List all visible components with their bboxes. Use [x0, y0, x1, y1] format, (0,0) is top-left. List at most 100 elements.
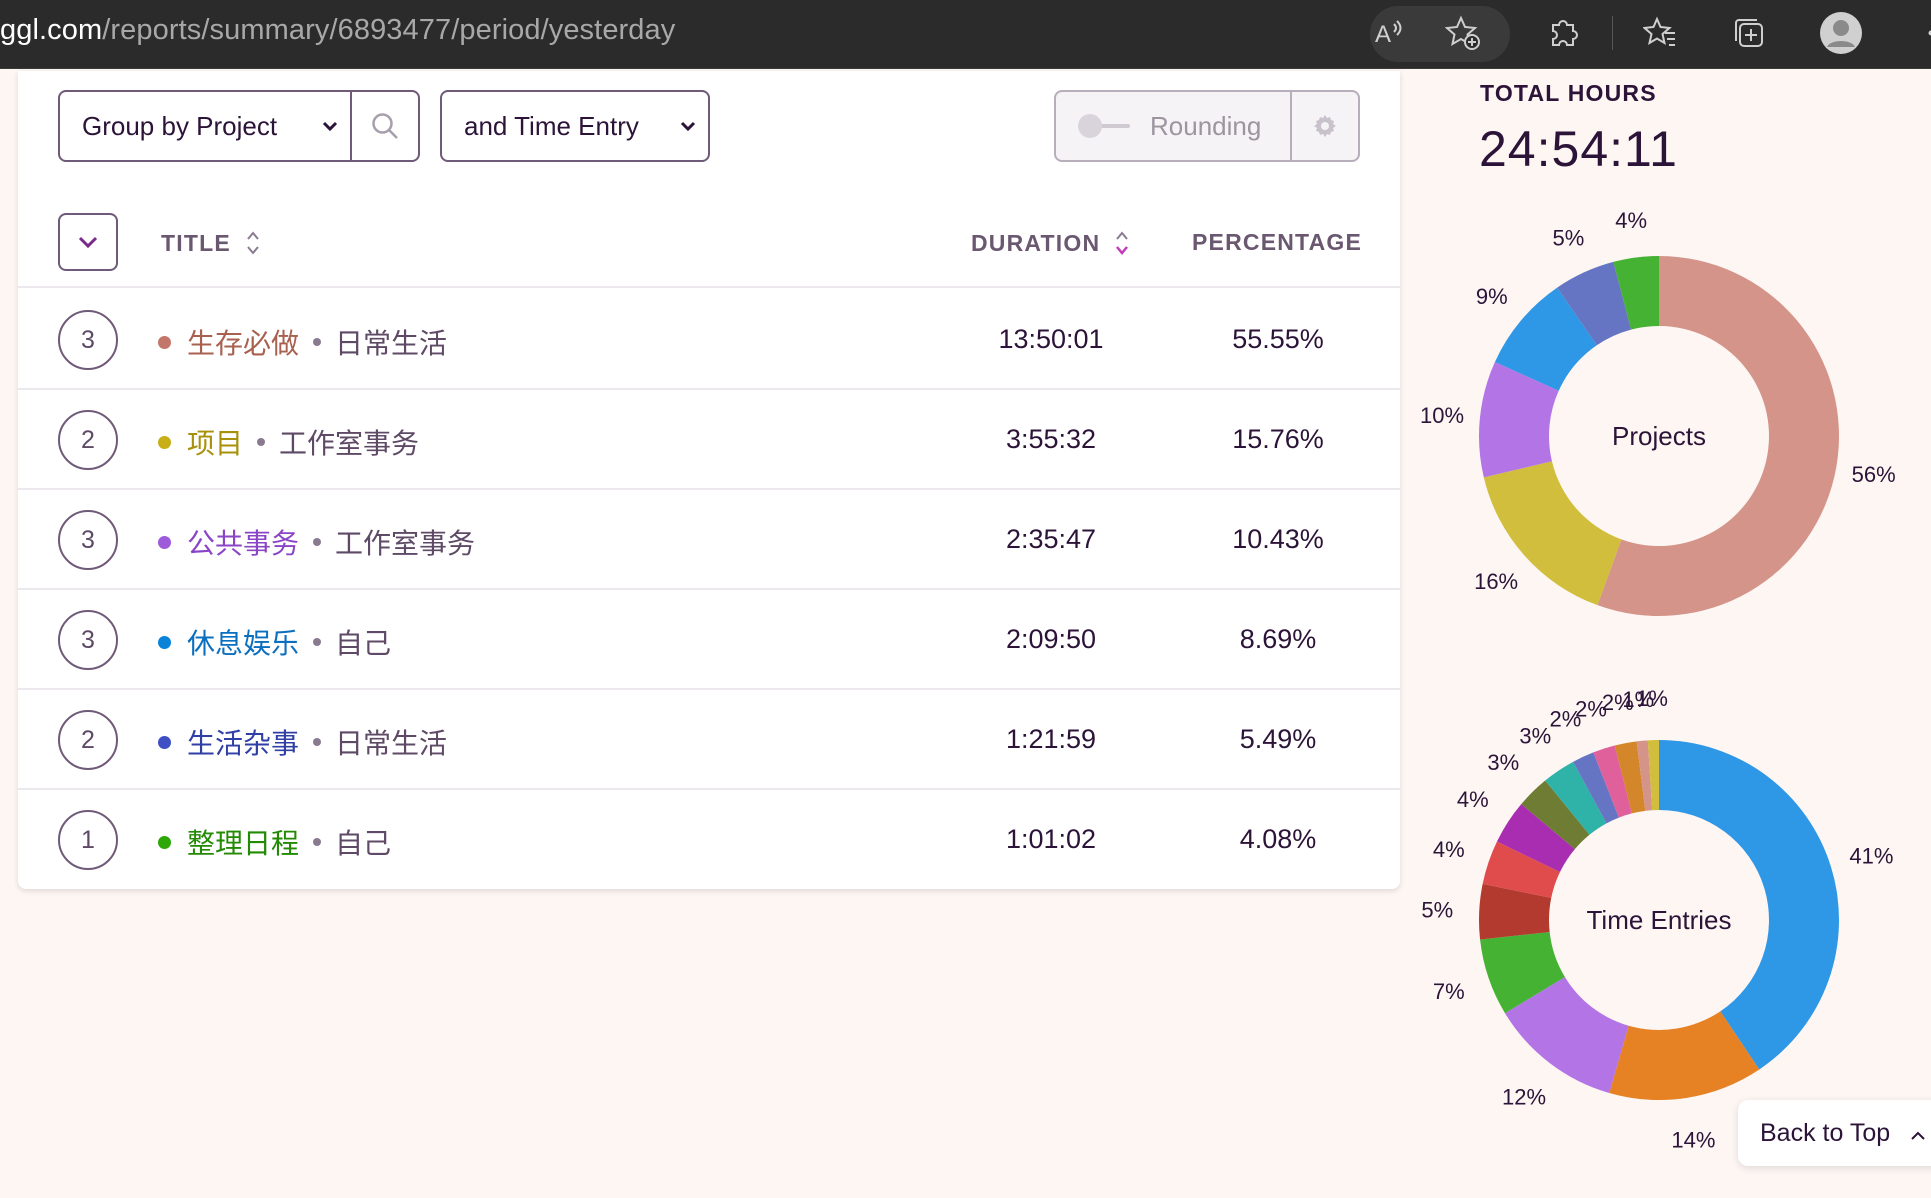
sort-icon [245, 229, 261, 257]
slice-percent-label: 14% [1671, 1127, 1715, 1150]
slice-percent-label: 4% [1615, 208, 1647, 233]
table-row[interactable]: 3 公共事务 工作室事务 2:35:47 10.43% [18, 490, 1400, 590]
client-name: 自己 [335, 827, 392, 860]
gear-icon [1314, 115, 1336, 137]
table-row[interactable]: 2 项目 工作室事务 3:55:32 15.76% [18, 390, 1400, 490]
percentage-cell: 5.49% [1239, 724, 1317, 754]
project-color-dot [158, 535, 171, 549]
percentage-cell: 4.08% [1239, 824, 1317, 854]
extensions-icon[interactable] [1540, 10, 1586, 56]
entry-count-badge[interactable]: 1 [58, 810, 118, 870]
url-path: /reports/summary/6893477/period/yesterda… [102, 14, 676, 46]
browser-toolbar: ggl.com/reports/summary/6893477/period/y… [0, 0, 1931, 69]
project-color-dot [158, 835, 171, 849]
slice-percent-label: 5% [1552, 226, 1584, 251]
duration-cell: 3:55:32 [1005, 424, 1097, 454]
rounding-label: Rounding [1150, 110, 1262, 141]
entry-count-badge[interactable]: 3 [58, 310, 118, 370]
table-row[interactable]: 3 休息娱乐 自己 2:09:50 8.69% [18, 590, 1400, 690]
project-cell: 整理日程 自己 [158, 822, 391, 862]
duration-cell: 2:09:50 [1005, 624, 1097, 654]
entry-count-badge[interactable]: 3 [58, 610, 118, 670]
separator-dot [313, 838, 322, 846]
search-icon [372, 113, 398, 139]
column-header-title[interactable]: TITLE [161, 229, 261, 257]
project-name: 整理日程 [187, 827, 300, 860]
slice-percent-label: 7% [1433, 979, 1465, 1004]
slice-percent-label: 4% [1457, 787, 1489, 812]
duration-cell: 1:21:59 [1005, 724, 1097, 754]
slice-percent-label: 41% [1849, 843, 1893, 868]
back-to-top-button[interactable]: Back to Top [1738, 1100, 1931, 1166]
project-name: 休息娱乐 [187, 627, 300, 660]
collections-icon[interactable] [1726, 10, 1772, 56]
group-by-select[interactable]: Group by Project [60, 92, 352, 160]
entry-count-badge[interactable]: 2 [58, 710, 118, 770]
chevron-down-icon [78, 236, 98, 249]
entry-count-badge[interactable]: 3 [58, 510, 118, 570]
project-name: 生活杂事 [187, 727, 300, 760]
donut-center-title: Time Entries [1587, 905, 1732, 935]
profile-avatar[interactable] [1818, 10, 1864, 56]
project-color-dot [158, 435, 171, 449]
percentage-cell: 10.43% [1232, 524, 1324, 554]
duration-cell: 1:01:02 [1005, 824, 1097, 854]
favorites-icon[interactable] [1638, 10, 1684, 56]
rounding-control: Rounding [1054, 90, 1360, 162]
slice-percent-label: 5% [1421, 898, 1453, 923]
slice-percent-label: 16% [1474, 569, 1518, 594]
slice-percent-label: 10% [1420, 403, 1464, 428]
chevron-down-icon [668, 120, 708, 132]
slice-percent-label: 12% [1502, 1084, 1546, 1109]
slice-percent-label: 4% [1433, 837, 1465, 862]
total-hours-value: 24:54:11 [1479, 121, 1678, 177]
favorite-add-icon[interactable] [1440, 10, 1486, 56]
sub-group-label: and Time Entry [464, 110, 639, 141]
client-name: 自己 [335, 627, 392, 660]
duration-cell: 2:35:47 [1005, 524, 1097, 554]
project-cell: 休息娱乐 自己 [158, 622, 391, 662]
separator-dot [257, 438, 266, 446]
search-button[interactable] [352, 92, 418, 160]
read-aloud-icon[interactable]: A [1366, 10, 1412, 56]
entry-count-badge[interactable]: 2 [58, 410, 118, 470]
column-header-duration[interactable]: DURATION [971, 229, 1130, 257]
project-name: 项目 [187, 427, 244, 460]
more-menu-icon[interactable] [1908, 10, 1931, 56]
time-entries-donut-chart: 41%14%12%7%5%4%4%3%3%2%2%2%1%1%Time Entr… [1421, 686, 1893, 1150]
url-host: ggl.com [0, 14, 103, 46]
project-color-dot [158, 335, 171, 349]
table-row[interactable]: 1 整理日程 自己 1:01:02 4.08% [18, 790, 1400, 890]
percentage-cell: 15.76% [1232, 424, 1324, 454]
address-bar[interactable]: ggl.com/reports/summary/6893477/period/y… [0, 14, 675, 47]
summary-report-card: Group by Project and Time Entry Rounding… [18, 71, 1400, 889]
project-cell: 生存必做 日常生活 [158, 322, 447, 362]
table-row[interactable]: 2 生活杂事 日常生活 1:21:59 5.49% [18, 690, 1400, 790]
table-row[interactable]: 3 生存必做 日常生活 13:50:01 55.55% [18, 290, 1400, 390]
project-color-dot [158, 635, 171, 649]
project-name: 公共事务 [187, 527, 300, 560]
group-by-dropdown: Group by Project [58, 90, 420, 162]
separator-dot [313, 338, 322, 346]
sort-icon [1114, 229, 1130, 257]
group-by-label: Group by Project [82, 110, 278, 141]
duration-header-label: DURATION [971, 229, 1101, 256]
expand-collapse-all-button[interactable] [58, 213, 118, 271]
summary-table-body: 3 生存必做 日常生活 13:50:01 55.55% 2 项目 工作室事务 3:55:32 15… [18, 290, 1400, 890]
project-cell: 生活杂事 日常生活 [158, 722, 447, 762]
percentage-cell: 55.55% [1232, 324, 1324, 354]
separator-dot [313, 538, 322, 546]
slice-percent-label: 1% [1636, 686, 1668, 711]
sub-group-dropdown[interactable]: and Time Entry [440, 90, 710, 162]
rounding-settings-button[interactable] [1292, 92, 1358, 160]
client-name: 日常生活 [335, 727, 448, 760]
slice-percent-label: 3% [1519, 724, 1551, 749]
percentage-cell: 8.69% [1239, 624, 1317, 654]
client-name: 工作室事务 [335, 527, 476, 560]
total-hours-label: TOTAL HOURS [1480, 80, 1657, 106]
chevron-down-icon [310, 120, 350, 132]
client-name: 工作室事务 [279, 427, 420, 460]
rounding-toggle[interactable]: Rounding [1056, 92, 1292, 160]
project-color-dot [158, 735, 171, 749]
percentage-header-label: PERCENTAGE [1192, 229, 1363, 255]
